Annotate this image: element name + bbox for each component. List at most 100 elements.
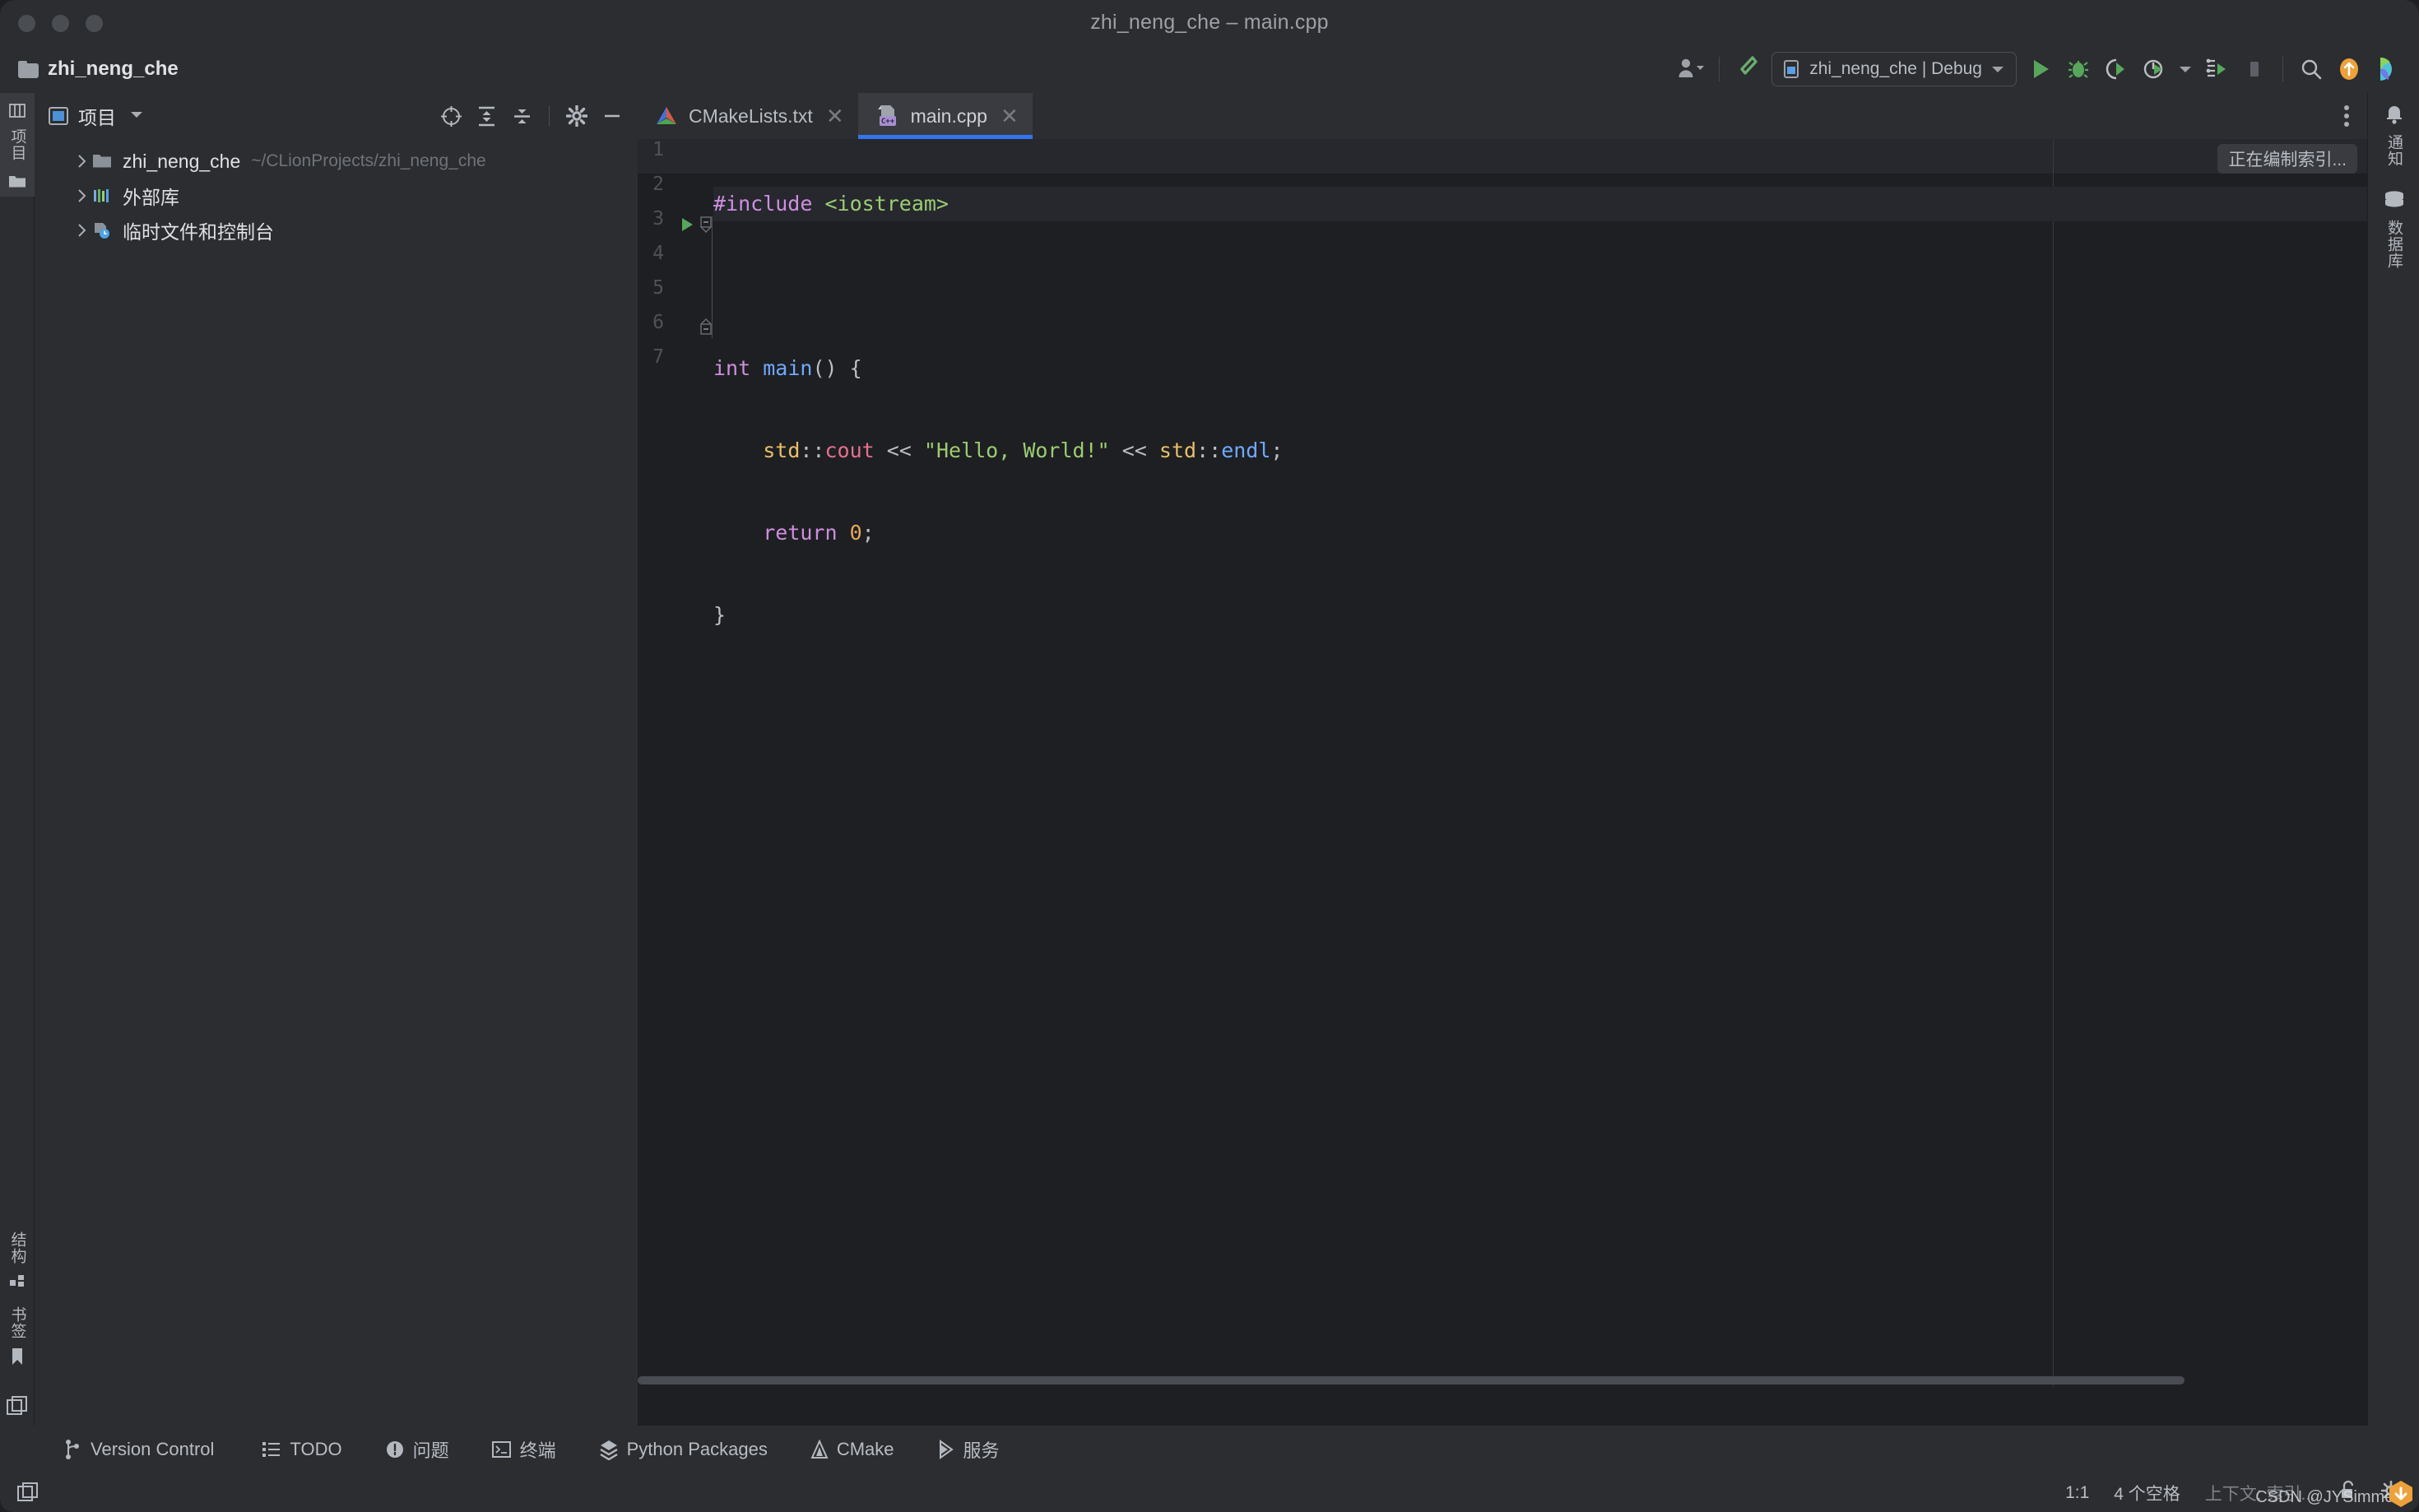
token: <<: [1110, 438, 1159, 462]
window-layout-icon[interactable]: [0, 1375, 35, 1426]
left-tool-window-bar-bottom: 结构 书签: [0, 1223, 35, 1426]
editor-gutter[interactable]: 1 2 3 4 5 6 7: [638, 139, 703, 1386]
token: [713, 521, 763, 545]
bottom-tab-services[interactable]: 服务: [922, 1426, 1014, 1473]
line-number: 1: [631, 139, 664, 160]
fold-region-start-icon[interactable]: [700, 216, 712, 237]
search-everywhere-icon[interactable]: [2292, 51, 2330, 87]
ai-assistant-icon[interactable]: [2368, 51, 2406, 87]
status-bar-right: 1:1 4 个空格 上下文: 索引...: [2065, 1480, 2419, 1505]
expand-all-icon[interactable]: [472, 102, 500, 130]
sidebar-tab-notifications[interactable]: 通知: [2368, 93, 2419, 179]
code-line-7: [713, 680, 2367, 715]
sidebar-tab-structure-label: 结构: [7, 1231, 29, 1264]
sidebar-tab-structure[interactable]: 结构: [0, 1223, 35, 1298]
terminal-icon: [492, 1440, 512, 1459]
bottom-tab-todo[interactable]: TODO: [247, 1426, 356, 1473]
bottom-tab-label: Python Packages: [627, 1439, 768, 1460]
bottom-tab-problems[interactable]: 问题: [370, 1426, 464, 1473]
fold-region-end-icon[interactable]: [700, 318, 712, 339]
sidebar-tab-bookmarks-label: 书签: [7, 1306, 29, 1339]
chevron-right-icon[interactable]: [71, 223, 92, 238]
line-number: 6: [631, 312, 664, 333]
window-title: zhi_neng_che – main.cpp: [0, 0, 2419, 45]
tree-item-path: ~/CLionProjects/zhi_neng_che: [251, 151, 485, 171]
sidebar-tab-database[interactable]: 数据库: [2368, 179, 2419, 281]
csdn-badge-icon: [2384, 1477, 2417, 1510]
code-line-4: std::cout << "Hello, World!" << std::end…: [713, 434, 2367, 468]
tree-item-label: zhi_neng_che: [123, 151, 240, 173]
warning-circle-icon: [385, 1440, 405, 1459]
project-icon: [7, 101, 27, 121]
token: ;: [1270, 438, 1283, 462]
bottom-tab-label: Version Control: [91, 1439, 214, 1460]
project-widget[interactable]: zhi_neng_che: [18, 45, 179, 93]
code-text[interactable]: #include <iostream> int main() { std::co…: [713, 139, 2367, 1386]
bottom-tab-version-control[interactable]: Version Control: [48, 1426, 229, 1473]
cmake-icon: [810, 1440, 829, 1459]
profiler-button[interactable]: [2135, 51, 2173, 87]
close-icon[interactable]: ✕: [826, 105, 844, 127]
close-icon[interactable]: ✕: [1001, 105, 1019, 127]
cpp-file-icon: C++: [875, 104, 901, 128]
bookmark-icon: [9, 1347, 26, 1366]
svg-text:C++: C++: [880, 118, 894, 126]
context-widget[interactable]: 上下文: 索引...: [2205, 1481, 2315, 1505]
chevron-right-icon[interactable]: [71, 154, 92, 169]
indexing-status-chip: 正在编制索引...: [2217, 144, 2357, 174]
bottom-tab-cmake[interactable]: CMake: [796, 1426, 909, 1473]
editor-tab-label: CMakeLists.txt: [689, 105, 813, 128]
status-bar: 1:1 4 个空格 上下文: 索引... CSDN @JYSimmer: [0, 1473, 2419, 1512]
sidebar-tab-bookmarks[interactable]: 书签: [0, 1298, 35, 1375]
scrollbar-thumb[interactable]: [638, 1376, 2185, 1384]
chevron-down-icon[interactable]: [129, 109, 144, 123]
debug-button[interactable]: [2059, 51, 2097, 87]
select-opened-file-icon[interactable]: [437, 102, 465, 130]
token: ::: [1196, 438, 1221, 462]
editor-area: CMakeLists.txt ✕ C++ main.cpp ✕ 1 2 3: [638, 93, 2367, 1426]
run-gutter-icon[interactable]: [680, 216, 694, 237]
run-with-coverage-button[interactable]: [2097, 51, 2135, 87]
bottom-tab-terminal[interactable]: 终端: [477, 1426, 571, 1473]
run-button[interactable]: [2022, 51, 2059, 87]
line-number: 3: [631, 208, 664, 230]
token: ;: [862, 521, 875, 545]
stop-button[interactable]: [2236, 51, 2273, 87]
window-layout-icon[interactable]: [7, 1482, 49, 1504]
left-tool-window-bar: 项目 结构 书签: [0, 93, 35, 1426]
editor-tab-strip: CMakeLists.txt ✕ C++ main.cpp ✕: [638, 93, 2367, 139]
build-hammer-icon[interactable]: [1729, 51, 1767, 87]
indent-widget[interactable]: 4 个空格: [2114, 1481, 2180, 1505]
vertical-dots-icon[interactable]: [2342, 93, 2351, 139]
tree-item-scratches[interactable]: 临时文件和控制台: [35, 213, 638, 248]
run-configuration-label: zhi_neng_che | Debug: [1809, 59, 1982, 79]
attach-to-process-button[interactable]: [2198, 51, 2236, 87]
tree-item-external-libraries[interactable]: 外部库: [35, 179, 638, 213]
user-account-icon[interactable]: [1672, 51, 1710, 87]
bottom-tab-python-packages[interactable]: Python Packages: [584, 1426, 782, 1473]
line-number: 2: [631, 174, 664, 195]
folder-icon: [8, 174, 26, 188]
code-editor[interactable]: 1 2 3 4 5 6 7: [638, 139, 2367, 1386]
collapse-all-icon[interactable]: [508, 102, 536, 130]
updates-available-icon[interactable]: [2330, 51, 2368, 87]
bottom-tab-label: TODO: [290, 1439, 341, 1460]
tree-item-project-root[interactable]: zhi_neng_che ~/CLionProjects/zhi_neng_ch…: [35, 144, 638, 179]
sidebar-tab-project[interactable]: 项目: [0, 93, 35, 197]
status-bar-left: [0, 1482, 49, 1504]
structure-icon: [8, 1272, 26, 1290]
project-panel-header: 项目: [35, 93, 638, 139]
more-run-options-icon[interactable]: [2173, 51, 2198, 87]
caret-position-widget[interactable]: 1:1: [2065, 1483, 2089, 1503]
hide-panel-icon[interactable]: [598, 102, 626, 130]
editor-tab-maincpp[interactable]: C++ main.cpp ✕: [858, 93, 1033, 139]
editor-horizontal-scrollbar[interactable]: [638, 1375, 2367, 1386]
lock-open-icon[interactable]: [2340, 1480, 2356, 1505]
toolbar-divider: [1719, 57, 1720, 81]
chevron-right-icon[interactable]: [71, 188, 92, 203]
run-config-icon: [1781, 59, 1801, 79]
run-configuration-selector[interactable]: zhi_neng_che | Debug: [1771, 52, 2017, 86]
code-line-3: int main() {: [713, 351, 2367, 386]
settings-gear-icon[interactable]: [563, 102, 591, 130]
editor-tab-cmakelists[interactable]: CMakeLists.txt ✕: [638, 93, 858, 139]
